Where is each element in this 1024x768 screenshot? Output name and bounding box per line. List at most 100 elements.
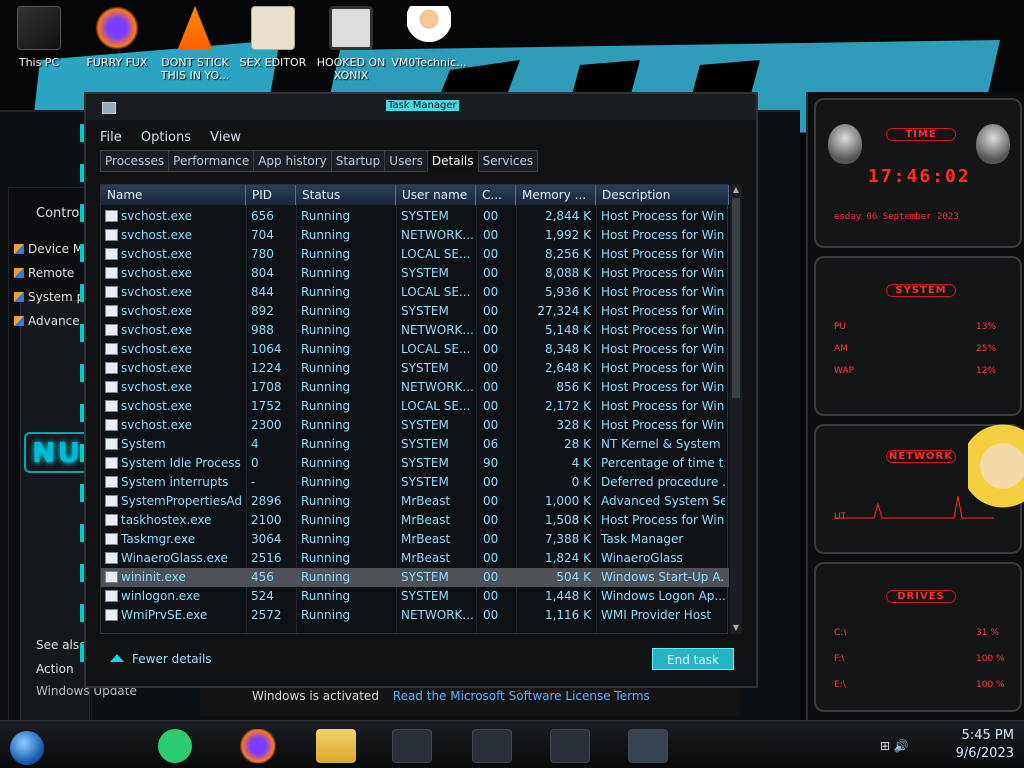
column-header-name[interactable]: Name [101, 185, 246, 205]
spotify-icon[interactable] [158, 729, 192, 763]
tab-services[interactable]: Services [477, 150, 539, 172]
start-button[interactable] [10, 731, 44, 765]
fewer-details-button[interactable]: Fewer details [110, 652, 212, 666]
process-row[interactable]: svchost.exe 892 Running SYSTEM 00 27,324 K Hos… [101, 302, 729, 321]
process-row[interactable]: svchost.exe 1752 Running LOCAL SE... 00 2,172… [101, 397, 729, 416]
process-row[interactable]: System Idle Process 0 Running SYSTEM 90 4 K Pe… [101, 454, 729, 473]
advanced-settings-link[interactable]: Advance [14, 314, 80, 328]
desktop-icon-vm0technic[interactable]: VM0Technic... [390, 6, 468, 69]
tab-app-history[interactable]: App history [253, 150, 332, 172]
process-username: MrBeast [401, 551, 451, 565]
end-task-button[interactable]: End task [652, 648, 734, 670]
network-out-label: UT [834, 512, 847, 522]
desktop-icon-sex-editor[interactable]: SEX EDITOR [234, 6, 312, 69]
process-name: svchost.exe [121, 361, 192, 375]
desktop-icon-this-pc[interactable]: This PC [0, 6, 78, 69]
remote-settings-link[interactable]: Remote [14, 266, 74, 280]
scroll-down-arrow-icon[interactable]: ▼ [731, 623, 741, 633]
process-row[interactable]: System 4 Running SYSTEM 06 28 K NT Kernel & Sy… [101, 435, 729, 454]
firefox-taskbar-icon[interactable] [238, 729, 278, 763]
system-tray-icons[interactable]: ⊞ 🔊 [880, 739, 909, 753]
process-cpu: 00 [483, 380, 499, 394]
process-row[interactable]: svchost.exe 1064 Running LOCAL SE... 00 8,348… [101, 340, 729, 359]
tab-details[interactable]: Details [426, 150, 479, 172]
process-row[interactable]: Taskmgr.exe 3064 Running MrBeast 00 7,388 K Ta… [101, 530, 729, 549]
process-icon [105, 324, 118, 336]
column-header-description[interactable]: Description [596, 185, 729, 205]
control-panel-taskbar-icon[interactable] [472, 729, 512, 763]
process-cpu: 00 [483, 494, 499, 508]
tab-processes[interactable]: Processes [100, 150, 170, 172]
task-manager-window: Task Manager File Options View Processes… [80, 92, 758, 688]
process-row[interactable]: svchost.exe 704 Running NETWORK... 00 1,992 K… [101, 226, 729, 245]
desktop-icon-furry-fux[interactable]: FURRY FUX [78, 6, 156, 69]
process-cpu: 00 [483, 266, 499, 280]
system-properties-taskbar-icon[interactable] [392, 729, 432, 763]
process-row[interactable]: WmiPrvSE.exe 2572 Running NETWORK... 00 1,116… [101, 606, 729, 625]
process-row[interactable]: svchost.exe 780 Running LOCAL SE... 00 8,256 … [101, 245, 729, 264]
column-header-memory[interactable]: Memory ... [516, 185, 596, 205]
link-label: Remote [28, 266, 75, 280]
process-row[interactable]: SystemPropertiesAd... 2896 Running MrBeast 0… [101, 492, 729, 511]
column-header-status[interactable]: Status [296, 185, 396, 205]
process-row[interactable]: svchost.exe 1708 Running NETWORK... 00 856 K H… [101, 378, 729, 397]
process-row[interactable]: System interrupts - Running SYSTEM 00 0 K Defe… [101, 473, 729, 492]
process-memory: 1,992 K [544, 228, 591, 242]
process-row[interactable]: svchost.exe 844 Running LOCAL SE... 00 5,936 … [101, 283, 729, 302]
menu-view[interactable]: View [210, 130, 241, 145]
process-row[interactable]: taskhostex.exe 2100 Running MrBeast 00 1,508 … [101, 511, 729, 530]
activation-bar: Windows is activated Read the Microsoft … [200, 686, 740, 716]
process-row[interactable]: svchost.exe 1224 Running SYSTEM 00 2,648 K Hos… [101, 359, 729, 378]
process-description: Advanced System Se... [601, 494, 725, 508]
process-description: Host Process for Win... [601, 228, 725, 242]
scrollbar-thumb[interactable] [732, 198, 740, 398]
license-terms-link[interactable]: Read the Microsoft Software License Term… [393, 689, 650, 703]
drive-f-label: F:\ [834, 654, 845, 664]
vertical-scrollbar[interactable]: ▲ ▼ [730, 184, 742, 634]
file-explorer-icon[interactable] [316, 729, 356, 763]
process-cpu: 00 [483, 399, 499, 413]
process-row[interactable]: svchost.exe 656 Running SYSTEM 00 2,844 K Host… [101, 207, 729, 226]
device-manager-link[interactable]: Device M [14, 242, 83, 256]
process-description: Host Process for Win... [601, 247, 725, 261]
process-row[interactable]: WinaeroGlass.exe 2516 Running MrBeast 00 1,82… [101, 549, 729, 568]
process-row[interactable]: svchost.exe 988 Running NETWORK... 00 5,148 K… [101, 321, 729, 340]
process-memory: 8,088 K [544, 266, 591, 280]
menu-options[interactable]: Options [141, 130, 191, 145]
process-row[interactable]: winlogon.exe 524 Running SYSTEM 00 1,448 K Win… [101, 587, 729, 606]
task-manager-taskbar-icon[interactable] [628, 729, 668, 763]
process-name: System Idle Process [121, 456, 241, 470]
tray-clock[interactable]: 5:45 PM 9/6/2023 [956, 727, 1014, 763]
menu-file[interactable]: File [100, 130, 122, 145]
column-header-username[interactable]: User name [396, 185, 476, 205]
title-bar[interactable]: Task Manager [86, 94, 756, 120]
process-description: Host Process for Win... [601, 342, 725, 356]
process-description: Host Process for Win... [601, 323, 725, 337]
process-description: Windows Logon Ap... [601, 589, 725, 603]
desktop-icon-hooked-on-xonix[interactable]: HOOKED ON XONIX [312, 6, 390, 82]
scroll-up-arrow-icon[interactable]: ▲ [731, 185, 741, 195]
process-username: SYSTEM [401, 456, 449, 470]
process-description: Host Process for Win... [601, 361, 725, 375]
tab-startup[interactable]: Startup [330, 150, 386, 172]
control-panel-link[interactable]: Control [36, 206, 83, 221]
tab-performance[interactable]: Performance [168, 150, 255, 172]
desktop-icon-dont-stick[interactable]: DONT STICK THIS IN YO... [156, 6, 234, 82]
remote-desktop-taskbar-icon[interactable] [550, 729, 590, 763]
activation-status: Windows is activated [252, 689, 379, 703]
action-center-link[interactable]: Action [36, 662, 74, 676]
process-row[interactable]: svchost.exe 2300 Running SYSTEM 00 328 K Host … [101, 416, 729, 435]
tab-users[interactable]: Users [384, 150, 428, 172]
column-header-cpu[interactable]: C... [476, 185, 516, 205]
column-header-pid[interactable]: PID [246, 185, 296, 205]
process-username: LOCAL SE... [401, 247, 471, 261]
process-username: MrBeast [401, 494, 451, 508]
desktop-icon-label: VM0Technic... [391, 56, 467, 69]
process-row[interactable]: wininit.exe 456 Running SYSTEM 00 504 K Window… [101, 568, 729, 587]
process-name: taskhostex.exe [121, 513, 212, 527]
process-row[interactable]: svchost.exe 804 Running SYSTEM 00 8,088 K Host… [101, 264, 729, 283]
process-status: Running [301, 399, 351, 413]
system-protection-link[interactable]: System p [14, 290, 84, 304]
drive-e-value: 100 % [976, 680, 1005, 690]
process-description: Host Process for Win... [601, 304, 725, 318]
